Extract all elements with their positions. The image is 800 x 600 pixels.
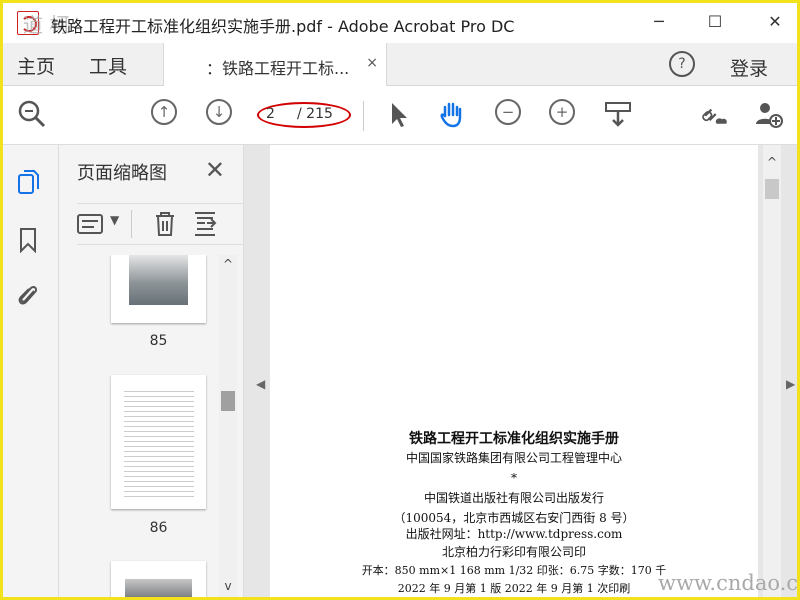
publisher-address: （100054，北京市西城区右安门西街 8 号） (393, 511, 635, 525)
scroll-down-icon[interactable]: v (219, 579, 237, 597)
minimize-button[interactable]: ─ (639, 9, 679, 35)
thumbnail-text-preview (124, 387, 194, 499)
home-menu[interactable]: 主页 (17, 52, 55, 79)
document-scroll-thumb[interactable] (765, 179, 779, 199)
page-thumbnails-panel: 页面缩略图 ✕ ▼ 85 86 ^ v (59, 145, 247, 597)
book-title: 铁路工程开工标准化组织实施手册 (409, 431, 619, 447)
search-icon[interactable] (17, 99, 47, 129)
document-tab[interactable]: ：铁路工程开工标... × (163, 43, 387, 86)
tool-separator (131, 210, 132, 238)
book-author: 中国国家铁路集团有限公司工程管理中心 (405, 451, 622, 465)
title-bar: 道 柯 铁路工程开工标准化组织实施手册.pdf - Adobe Acrobat … (3, 3, 797, 43)
maximize-button[interactable]: ☐ (695, 9, 735, 35)
zoom-in-icon[interactable]: + (549, 99, 575, 125)
close-window-button[interactable]: ✕ (755, 9, 795, 35)
site-watermark: www.cndao.com (658, 571, 799, 595)
separator-star: * (511, 471, 517, 485)
share-link-icon[interactable] (699, 99, 729, 129)
thumbnail-photo (129, 255, 188, 305)
printer: 北京柏力行彩印有限公司印 (441, 545, 586, 559)
dropdown-arrow-icon[interactable]: ▼ (110, 213, 119, 227)
zoom-out-icon[interactable]: − (495, 99, 521, 125)
extract-pages-icon[interactable] (193, 211, 217, 237)
attachments-icon[interactable] (16, 283, 40, 309)
help-icon[interactable]: ? (669, 51, 695, 77)
page-number-highlight (257, 102, 351, 128)
thumbnail-tools: ▼ (77, 203, 247, 245)
select-pointer-icon[interactable] (385, 99, 415, 129)
navigation-rail (3, 145, 59, 597)
next-page-icon[interactable]: ↓ (206, 99, 232, 125)
publisher-website: 出版社网址：http://www.tdpress.com (405, 527, 623, 541)
thumbnail-page-85[interactable] (111, 255, 206, 323)
tools-menu[interactable]: 工具 (89, 52, 127, 79)
page-display-icon[interactable] (603, 99, 633, 129)
toolbar-separator (363, 101, 364, 131)
panel-close-icon[interactable]: ✕ (205, 156, 225, 184)
previous-page-icon[interactable]: ↑ (151, 99, 177, 125)
collapse-left-panel-icon[interactable]: ◀ (256, 377, 265, 391)
right-panel-expand-icon[interactable]: ▶ (786, 377, 795, 391)
thumbnail-options-icon[interactable] (77, 213, 107, 235)
publisher: 中国铁道出版社有限公司出版发行 (423, 491, 604, 505)
scroll-up-icon[interactable]: ^ (219, 257, 237, 275)
add-user-icon[interactable] (753, 99, 783, 129)
scroll-thumb[interactable] (221, 391, 235, 411)
thumbnail-list: 85 86 (59, 255, 219, 597)
document-tab-label: ：铁路工程开工标... (206, 59, 350, 78)
hand-tool-icon[interactable] (437, 99, 467, 129)
document-scrollbar[interactable]: ^ (763, 145, 781, 597)
acrobat-window: 道 柯 铁路工程开工标准化组织实施手册.pdf - Adobe Acrobat … (0, 0, 800, 600)
thumbnail-page-label: 86 (149, 520, 168, 536)
bookmarks-icon[interactable] (16, 227, 40, 253)
window-title: 铁路工程开工标准化组织实施手册.pdf - Adobe Acrobat Pro … (51, 17, 515, 36)
thumbnail-page-86[interactable] (111, 375, 206, 509)
menu-bar: 主页 工具 ：铁路工程开工标... × ? 登录 (3, 43, 797, 86)
delete-page-icon[interactable] (153, 211, 177, 237)
login-button[interactable]: 登录 (730, 54, 768, 81)
document-viewer: ◀ 铁路工程开工标准化组织实施手册 中国国家铁路集团有限公司工程管理中心 * 中… (244, 145, 797, 597)
thumbnail-page-87[interactable] (111, 561, 206, 597)
pdf-page: 铁路工程开工标准化组织实施手册 中国国家铁路集团有限公司工程管理中心 * 中国铁… (270, 145, 758, 597)
panel-title: 页面缩略图 (77, 163, 167, 184)
thumbnail-scrollbar[interactable]: ^ v (219, 255, 237, 597)
thumbnail-page-label: 85 (149, 333, 168, 349)
document-scroll-up-icon[interactable]: ^ (763, 155, 781, 173)
thumbnail-photo (125, 579, 192, 597)
document-tab-close-icon[interactable]: × (366, 55, 378, 71)
toolbar: ↑ ↓ 2 / 215 − + (3, 86, 797, 145)
page-thumbnails-icon[interactable] (16, 169, 40, 195)
